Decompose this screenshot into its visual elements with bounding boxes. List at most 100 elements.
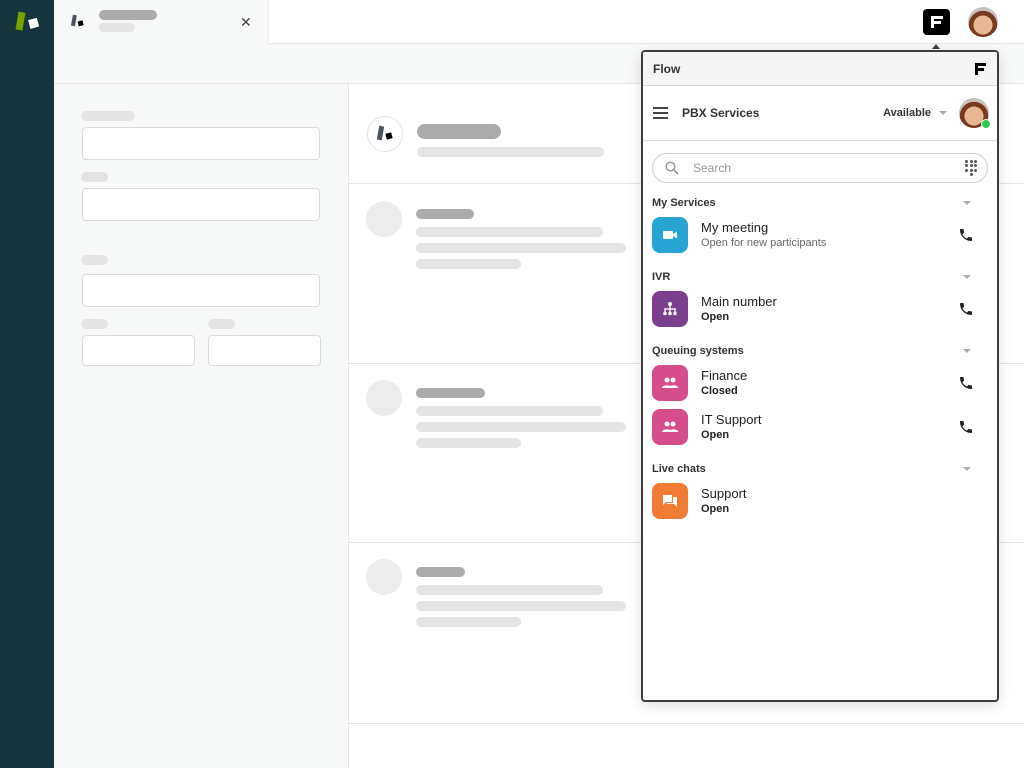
- service-status: Open: [701, 428, 730, 441]
- chevron-down-icon: [963, 349, 971, 353]
- avatar-placeholder: [366, 559, 402, 595]
- form-field[interactable]: [208, 335, 321, 366]
- field-label-placeholder: [81, 319, 108, 329]
- service-section: My Services My meeting Open for new part…: [643, 193, 997, 257]
- service-item[interactable]: IT Support Open: [652, 405, 988, 449]
- dialpad-icon[interactable]: [965, 159, 977, 177]
- flow-app-button[interactable]: [923, 9, 950, 35]
- field-label-placeholder: [208, 319, 235, 329]
- hamburger-menu-icon[interactable]: [653, 104, 668, 122]
- popover-arrow: [932, 44, 940, 49]
- pbx-title: PBX Services: [682, 106, 760, 120]
- service-item[interactable]: Finance Closed: [652, 361, 988, 405]
- group-icon: [652, 409, 688, 445]
- phone-icon[interactable]: [954, 371, 978, 395]
- availability-dropdown[interactable]: Available: [883, 107, 947, 119]
- search-box: [652, 153, 988, 183]
- form-field[interactable]: [82, 188, 320, 221]
- hierarchy-icon: [652, 291, 688, 327]
- chevron-down-icon: [963, 467, 971, 471]
- field-label-placeholder: [81, 172, 108, 182]
- service-section: Queuing systems Finance Closed IT Suppor…: [643, 341, 997, 449]
- user-avatar[interactable]: [968, 7, 998, 37]
- tab-bar-empty: [268, 0, 1024, 44]
- service-name: Support: [701, 485, 747, 501]
- section-label: Queuing systems: [652, 345, 744, 357]
- text-placeholder: [416, 585, 603, 595]
- chevron-down-icon: [939, 111, 947, 115]
- text-placeholder: [416, 617, 521, 627]
- form-field[interactable]: [82, 127, 320, 160]
- phone-icon[interactable]: [954, 297, 978, 321]
- service-item[interactable]: Main number Open: [652, 287, 988, 331]
- title-placeholder: [416, 567, 465, 577]
- service-section: IVR Main number Open: [643, 267, 997, 331]
- section-label: My Services: [652, 197, 716, 209]
- tab-favicon-icon: [70, 14, 84, 27]
- service-name: IT Support: [701, 411, 762, 427]
- service-item[interactable]: Support Open: [652, 479, 988, 523]
- title-placeholder: [416, 388, 485, 398]
- text-placeholder: [416, 422, 626, 432]
- form-field[interactable]: [82, 274, 320, 307]
- flow-title: Flow: [653, 61, 681, 76]
- brand-logo-icon: [376, 125, 393, 141]
- section-header[interactable]: My Services: [652, 193, 988, 213]
- search-icon: [665, 161, 679, 175]
- text-placeholder: [417, 147, 604, 157]
- flow-header: Flow: [643, 52, 997, 86]
- top-bar: ✕: [54, 0, 1024, 44]
- services-list: My Services My meeting Open for new part…: [643, 193, 997, 523]
- flow-popover: Flow PBX Services Available My Services: [641, 50, 999, 702]
- title-placeholder: [416, 209, 474, 219]
- section-label: Live chats: [652, 463, 706, 475]
- browser-tab[interactable]: ✕: [54, 0, 268, 44]
- service-status: Open: [701, 502, 730, 515]
- text-placeholder: [416, 406, 603, 416]
- service-name: My meeting: [701, 219, 769, 235]
- chevron-down-icon: [963, 275, 971, 279]
- service-item-text: Support Open: [701, 486, 988, 517]
- section-header[interactable]: Live chats: [652, 459, 988, 479]
- text-placeholder: [416, 438, 521, 448]
- service-item-text: My meeting Open for new participants: [701, 220, 954, 251]
- service-status: Closed: [701, 384, 738, 397]
- tab-close-icon[interactable]: ✕: [240, 14, 252, 31]
- service-item-text: Finance Closed: [701, 368, 954, 399]
- service-name: Main number: [701, 293, 777, 309]
- title-placeholder: [417, 124, 501, 139]
- avatar-placeholder: [366, 201, 402, 237]
- service-item-text: Main number Open: [701, 294, 954, 325]
- tab-subtitle-placeholder: [99, 23, 135, 32]
- brand-avatar: [367, 116, 403, 152]
- section-header[interactable]: Queuing systems: [652, 341, 988, 361]
- text-placeholder: [416, 243, 626, 253]
- search-input[interactable]: [693, 161, 965, 175]
- avatar-placeholder: [366, 380, 402, 416]
- service-status: Open for new participants: [701, 236, 827, 249]
- video-camera-icon: [652, 217, 688, 253]
- form-field[interactable]: [82, 335, 195, 366]
- form-panel: [54, 84, 349, 768]
- online-status-indicator: [981, 119, 991, 129]
- flow-logo-icon: [975, 62, 986, 75]
- profile-avatar[interactable]: [959, 98, 991, 129]
- chat-icon: [652, 483, 688, 519]
- service-item[interactable]: My meeting Open for new participants: [652, 213, 988, 257]
- service-item-text: IT Support Open: [701, 412, 954, 443]
- service-name: Finance: [701, 367, 748, 383]
- phone-icon[interactable]: [954, 223, 978, 247]
- tab-title-placeholder: [99, 10, 157, 20]
- text-placeholder: [416, 601, 626, 611]
- field-label-placeholder: [81, 111, 135, 121]
- app-logo-icon[interactable]: [14, 10, 42, 34]
- phone-icon[interactable]: [954, 415, 978, 439]
- section-header[interactable]: IVR: [652, 267, 988, 287]
- text-placeholder: [416, 227, 603, 237]
- service-status: Open: [701, 310, 730, 323]
- flow-subheader: PBX Services Available: [643, 86, 997, 141]
- text-placeholder: [416, 259, 521, 269]
- service-section: Live chats Support Open: [643, 459, 997, 523]
- sidebar: [0, 0, 54, 768]
- availability-value: Available: [883, 107, 931, 119]
